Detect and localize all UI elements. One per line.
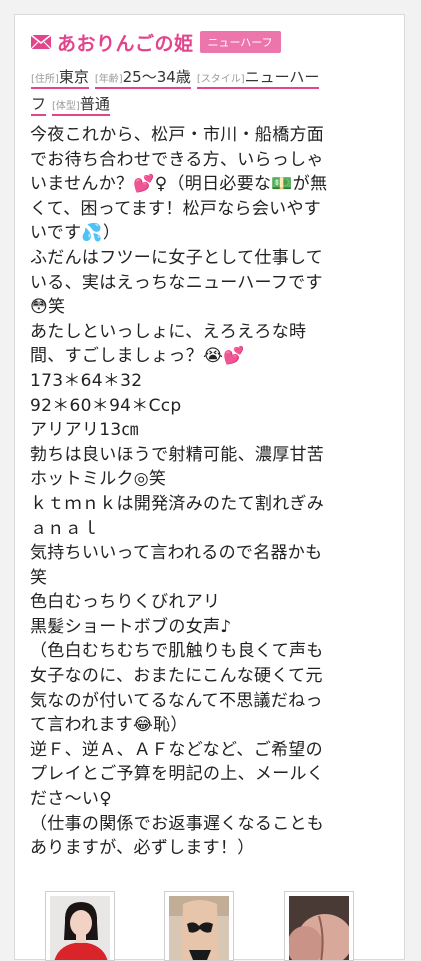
message-line: でお待ち合わせできる方、いらっしゃ — [30, 149, 324, 170]
message-line: 今夜これから、松戸・市川・船橋方面 — [30, 125, 325, 145]
message-line: いです💦） — [30, 223, 121, 244]
photo-thumbnail-1[interactable] — [45, 891, 115, 961]
photo-gallery — [29, 877, 395, 961]
message-line: ふだんはフツーに女子として仕事して — [30, 247, 324, 268]
profile-card: あおりんごの姫 ニューハーフ [住所]東京 [年齢]25〜34歳 [スタイル]ニュー… — [14, 14, 405, 961]
photo-thumbnail-3[interactable] — [284, 891, 354, 961]
message-line: ださ〜い♀ — [30, 789, 112, 810]
message-line: 色白むっちりくびれアリ — [30, 592, 221, 613]
message-line: 逆Ｆ、逆Ａ、ＡＦなどなど、ご希望の — [30, 739, 323, 760]
message-line: ホットミルク◎笑 — [30, 469, 167, 490]
meta-address: [住所]東京 — [31, 68, 89, 89]
profile-meta: [住所]東京 [年齢]25〜34歳 [スタイル]ニューハーフ [体型]普通 — [31, 65, 391, 119]
message-line: 笑 — [30, 567, 48, 588]
message-line: ａｎａｌ — [30, 518, 100, 539]
profile-header: あおりんごの姫 ニューハーフ — [31, 27, 396, 57]
message-line: （色白むちむちで肌触りも良くて声も — [30, 641, 324, 662]
meta-style: [スタイル]ニューハー — [196, 68, 320, 89]
profile-name[interactable]: あおりんごの姫 — [57, 29, 194, 56]
message-line: （仕事の関係でお返事遅くなることも — [30, 813, 325, 834]
message-line: 気持ちいいって言われるので名器かも — [30, 543, 323, 564]
category-badge: ニューハーフ — [199, 31, 281, 53]
message-line: 間、すごしましょっ？😭💕 — [30, 346, 245, 367]
message-line: て言われます😂恥） — [30, 715, 188, 736]
message-line: プレイとご予算を明記の上、メールく — [30, 764, 325, 785]
photo-thumbnail-2[interactable] — [164, 891, 234, 961]
mail-icon — [31, 34, 51, 50]
message-line: ｋｔｍｎｋは開発済みのたて割れぎみ — [30, 493, 325, 514]
message-line: 92＊60＊94＊Ccp — [30, 395, 182, 416]
message-line: くて、困ってます！松戸なら会いやす — [30, 198, 322, 219]
message-line: いませんか？💕♀（明日必要な💵が無 — [30, 174, 328, 195]
message-line: 黒髪ショートボブの女声♪ — [30, 616, 232, 637]
message-line: 気なのが付いてるなんて不思議だねっ — [30, 690, 323, 711]
message-line: 勃ちは良いほうで射精可能、濃厚甘苦 — [30, 444, 325, 465]
message-line: あたしといっしょに、えろえろな時 — [30, 321, 307, 342]
meta-body-type: [体型]普通 — [52, 95, 110, 116]
profile-message: 今夜これから、松戸・市川・船橋方面 でお待ち合わせできる方、いらっしゃ いませんか？… — [30, 123, 396, 861]
message-line: いる、実はえっちなニューハーフです — [30, 272, 323, 293]
message-line: ありますが、必ずします！） — [30, 838, 255, 859]
message-line: 😳笑 — [30, 297, 66, 318]
message-line: 173＊64＊32 — [30, 370, 143, 391]
meta-age: [年齢]25〜34歳 — [94, 68, 191, 89]
message-line: アリアリ13㎝ — [30, 420, 139, 441]
meta-style-cont: フ — [31, 95, 47, 116]
message-line: 女子なのに、おまたにこんな硬くて元 — [30, 666, 323, 687]
